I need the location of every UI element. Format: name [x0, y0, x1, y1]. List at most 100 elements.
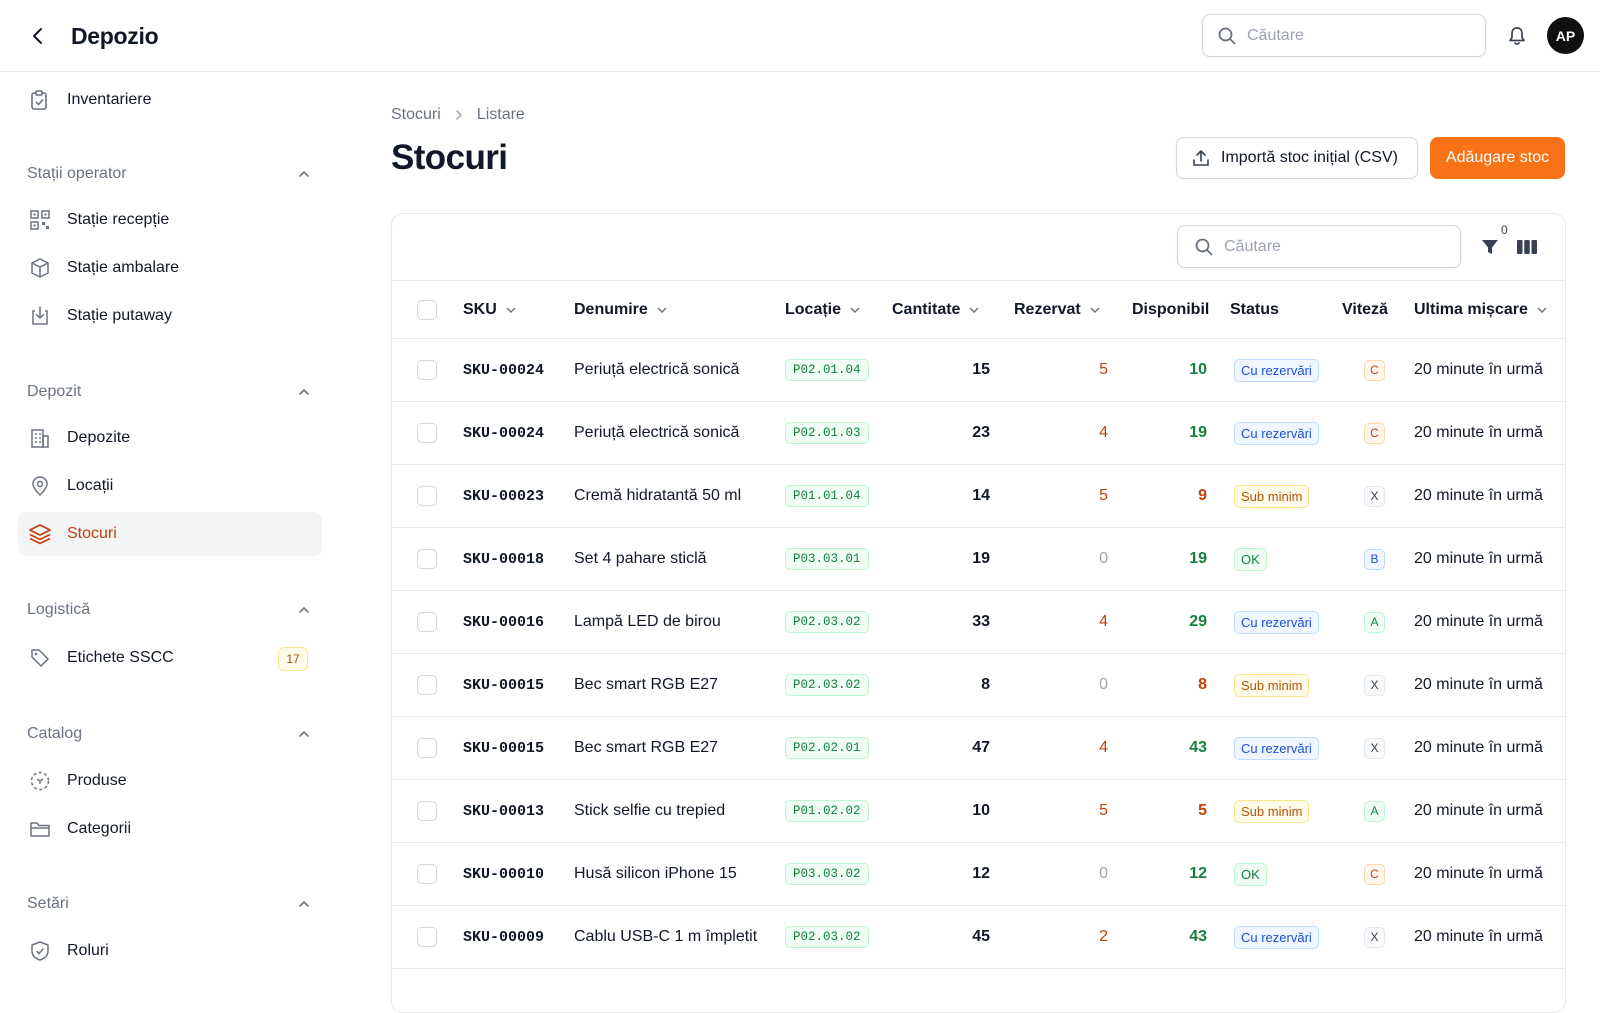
quantity-cell: 47	[892, 717, 990, 779]
chevron-down-icon	[505, 304, 517, 316]
speed-cell: B	[1364, 528, 1385, 590]
column-header-ultima-miscare[interactable]: Ultima mișcare	[1414, 281, 1548, 338]
row-checkbox[interactable]	[417, 612, 437, 632]
location-code-badge: P02.03.02	[785, 926, 869, 948]
name-cell: Periuță electrică sonică	[574, 402, 739, 464]
sidebar-item-locatii[interactable]: Locații	[18, 464, 322, 508]
import-csv-button[interactable]: Importă stoc inițial (CSV)	[1176, 137, 1418, 179]
row-select-cell	[417, 843, 437, 905]
sidebar-item-label: Stocuri	[67, 525, 117, 542]
location-cell: P01.01.04	[785, 465, 869, 527]
status-badge: Cu rezervări	[1234, 610, 1319, 634]
section-depozit[interactable]: Depozit	[27, 379, 313, 405]
global-search-input[interactable]	[1247, 26, 1447, 45]
sidebar-item-produse[interactable]: Produse	[18, 759, 322, 803]
section-catalog[interactable]: Catalog	[27, 721, 313, 747]
available-value: 12	[1189, 865, 1207, 882]
filter-button[interactable]	[1477, 234, 1503, 260]
sidebar-item-depozite[interactable]: Depozite	[18, 416, 322, 460]
column-header-cantitate[interactable]: Cantitate	[892, 281, 980, 338]
row-checkbox[interactable]	[417, 549, 437, 569]
sidebar-item-statie-putaway[interactable]: Stație putaway	[18, 294, 322, 338]
column-header-sku[interactable]: SKU	[463, 281, 517, 338]
sku-value: SKU-00016	[463, 613, 545, 631]
select-all-checkbox[interactable]	[417, 299, 437, 320]
product-name: Bec smart RGB E27	[574, 739, 719, 756]
section-stații-operator[interactable]: Stații operator	[27, 161, 313, 187]
speed-badge: X	[1364, 485, 1385, 507]
table-row[interactable]: SKU-00023 Cremă hidratantă 50 ml P01.01.04…	[392, 465, 1565, 528]
quantity-value: 47	[972, 739, 990, 756]
back-button[interactable]	[22, 20, 54, 52]
table-search-input[interactable]	[1224, 237, 1424, 256]
location-cell: P02.01.04	[785, 339, 869, 401]
reserved-cell: 0	[1014, 843, 1108, 905]
product-name: Cablu USB-C 1 m împletit	[574, 928, 758, 945]
column-header-denumire[interactable]: Denumire	[574, 281, 668, 338]
section-logistica[interactable]: Logistică	[27, 597, 313, 623]
last-movement-value: 20 minute în urmă	[1414, 676, 1543, 693]
sku-cell: SKU-00009	[463, 906, 544, 968]
quantity-value: 45	[972, 928, 990, 945]
row-checkbox[interactable]	[417, 486, 437, 506]
speed-badge: A	[1364, 800, 1385, 822]
sidebar-item-label: Categorii	[67, 820, 132, 837]
product-name: Periuță electrică sonică	[574, 361, 740, 378]
status-cell: Cu rezervări	[1234, 591, 1319, 653]
last-movement-value: 20 minute în urmă	[1414, 361, 1543, 378]
column-label: SKU	[463, 300, 497, 318]
table-row[interactable]: SKU-00018 Set 4 pahare sticlă P03.03.01 19 0…	[392, 528, 1565, 591]
row-checkbox[interactable]	[417, 360, 437, 380]
download-tray-icon	[28, 304, 52, 328]
columns-button[interactable]	[1514, 234, 1540, 260]
table-row[interactable]: SKU-00015 Bec smart RGB E27 P02.03.02 8 0 8 Su…	[392, 654, 1565, 717]
sidebar-item-categorii[interactable]: Categorii	[18, 807, 322, 851]
sidebar-item-stocuri[interactable]: Stocuri	[18, 512, 322, 556]
row-checkbox[interactable]	[417, 423, 437, 443]
section-title: Catalog	[27, 725, 83, 742]
table-row[interactable]: SKU-00016 Lampă LED de birou P02.03.02 33 4 2…	[392, 591, 1565, 654]
sku-cell: SKU-00015	[463, 654, 544, 716]
section-setari[interactable]: Setări	[27, 891, 313, 917]
sku-cell: SKU-00024	[463, 402, 544, 464]
table-row[interactable]: SKU-00015 Bec smart RGB E27 P02.02.01 47 4 43…	[392, 717, 1565, 780]
global-search-box[interactable]	[1202, 14, 1486, 57]
speed-badge: C	[1364, 863, 1385, 885]
table-row[interactable]: SKU-00024 Periuță electrică sonică P02.01.…	[392, 339, 1565, 402]
available-value: 8	[1198, 676, 1207, 693]
add-stock-button[interactable]: Adăugare stoc	[1430, 137, 1565, 179]
sidebar-item-label: Depozite	[67, 429, 131, 446]
row-checkbox[interactable]	[417, 675, 437, 695]
column-header-rezervat[interactable]: Rezervat	[1014, 281, 1101, 338]
table-row[interactable]: SKU-00010 Husă silicon iPhone 15 P03.03.02…	[392, 843, 1565, 906]
quantity-value: 14	[972, 487, 990, 504]
location-code-badge: P02.01.03	[785, 422, 869, 444]
row-checkbox[interactable]	[417, 738, 437, 758]
notifications-button[interactable]	[1503, 22, 1531, 50]
sidebar-item-statie-ambalare[interactable]: Stație ambalare	[18, 246, 322, 290]
row-checkbox[interactable]	[417, 864, 437, 884]
user-avatar[interactable]: AP	[1547, 17, 1584, 54]
column-label: Status	[1230, 300, 1279, 318]
row-checkbox[interactable]	[417, 927, 437, 947]
available-value: 19	[1189, 550, 1207, 567]
location-cell: P02.01.03	[785, 402, 869, 464]
status-badge: OK	[1234, 862, 1267, 886]
table-search-box[interactable]	[1177, 225, 1461, 268]
sidebar-item-etichete-sscc[interactable]: Etichete SSCC 17	[18, 636, 322, 680]
table-row[interactable]: SKU-00009 Cablu USB-C 1 m împletit P02.03.…	[392, 906, 1565, 969]
row-checkbox[interactable]	[417, 801, 437, 821]
sidebar-item-roluri[interactable]: Roluri	[18, 929, 322, 973]
breadcrumb-item-stocuri[interactable]: Stocuri	[391, 106, 441, 124]
column-header-locatie[interactable]: Locație	[785, 281, 861, 338]
name-cell: Cremă hidratantă 50 ml	[574, 465, 741, 527]
table-row[interactable]: SKU-00013 Stick selfie cu trepied P01.02.0…	[392, 780, 1565, 843]
map-pin-icon	[28, 474, 52, 498]
sidebar-item-inventariere[interactable]: Inventariere	[18, 78, 322, 122]
last-movement-value: 20 minute în urmă	[1414, 487, 1543, 504]
sidebar-item-statie-receptie[interactable]: Stație recepție	[18, 198, 322, 242]
available-value: 29	[1189, 613, 1207, 630]
sidebar-item-label: Stație ambalare	[67, 259, 180, 276]
reserved-cell: 5	[1014, 465, 1108, 527]
table-row[interactable]: SKU-00024 Periuță electrică sonică P02.01.…	[392, 402, 1565, 465]
